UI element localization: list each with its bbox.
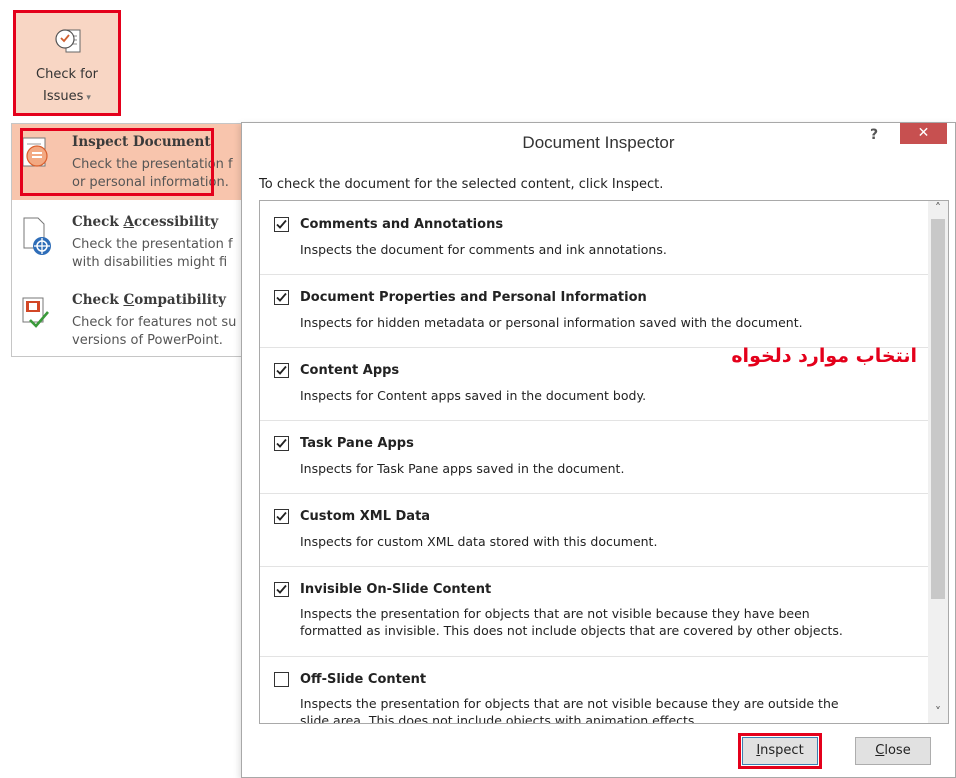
menu-item-check-compatibility[interactable]: Check Compatibility Check for features n… [12, 282, 250, 356]
list-item-task-pane-apps: Task Pane Apps Inspects for Task Pane ap… [260, 421, 928, 494]
option-description: Inspects for Content apps saved in the d… [300, 388, 647, 403]
list-item-invisible-on-slide-content: Invisible On-Slide Content Inspects the … [260, 567, 928, 657]
menu-item-check-accessibility[interactable]: Check Accessibility Check the presentati… [12, 204, 250, 280]
close-button[interactable]: Close [855, 737, 931, 765]
list-item-off-slide-content: Off-Slide Content Inspects the presentat… [260, 657, 928, 724]
option-description: Inspects for custom XML data stored with… [300, 534, 658, 549]
checkbox-invisible-on-slide-content[interactable] [274, 582, 289, 597]
option-description: Inspects the presentation for objects th… [300, 696, 839, 724]
option-description: Inspects the document for comments and i… [300, 242, 667, 257]
option-title: Comments and Annotations [300, 217, 504, 232]
list-content: Comments and Annotations Inspects the do… [260, 201, 928, 723]
close-accel: C [875, 743, 885, 758]
title-part: Check [72, 214, 124, 230]
menu-item-title: Check Accessibility [72, 214, 218, 230]
title-part: ompatibility [134, 292, 226, 308]
list-item-document-properties: Document Properties and Personal Informa… [260, 275, 928, 348]
checkmark-icon [276, 511, 287, 521]
checkmark-icon [276, 219, 287, 229]
checkmark-icon [276, 584, 287, 594]
inspect-document-highlight-box [20, 128, 214, 196]
title-part: Check [72, 292, 124, 308]
close-label: lose [884, 743, 911, 758]
option-title: Custom XML Data [300, 509, 431, 524]
annotation-label: انتخاب موارد دلخواه [731, 345, 917, 367]
help-button[interactable]: ? [864, 127, 884, 147]
scroll-down-icon[interactable]: ˅ [928, 705, 948, 723]
checkmark-icon [276, 438, 287, 448]
menu-item-description: Check the presentation f with disabiliti… [72, 237, 233, 270]
compatibility-icon [22, 297, 49, 328]
document-inspector-dialog: Document Inspector ? ✕ To check the docu… [241, 122, 956, 778]
checkbox-off-slide-content[interactable] [274, 672, 289, 687]
option-title: Content Apps [300, 363, 400, 378]
option-description: Inspects the presentation for objects th… [300, 606, 843, 638]
checkmark-icon [276, 292, 287, 302]
checkbox-comments-and-annotations[interactable] [274, 217, 289, 232]
checkbox-document-properties[interactable] [274, 290, 289, 305]
option-description: Inspects for hidden metadata or personal… [300, 315, 803, 330]
menu-item-description: Check for features not su versions of Po… [72, 315, 237, 348]
scroll-up-icon[interactable]: ˄ [928, 201, 948, 219]
ribbon-highlight-box [13, 10, 121, 116]
list-item-comments-and-annotations: Comments and Annotations Inspects the do… [260, 201, 928, 275]
title-accel: A [123, 214, 134, 230]
inspection-options-list[interactable]: Comments and Annotations Inspects the do… [259, 200, 949, 724]
title-accel: C [123, 292, 135, 308]
title-part: ccessibility [133, 214, 219, 230]
close-window-button[interactable]: ✕ [900, 123, 947, 144]
scrollbar-thumb[interactable] [931, 219, 945, 599]
option-title: Off-Slide Content [300, 672, 427, 687]
option-title: Task Pane Apps [300, 436, 414, 451]
option-description: Inspects for Task Pane apps saved in the… [300, 461, 625, 476]
menu-item-title: Check Compatibility [72, 292, 226, 308]
checkbox-content-apps[interactable] [274, 363, 289, 378]
check-for-issues-button[interactable]: Check for Issues ▾ [13, 10, 121, 116]
dialog-title: Document Inspector [522, 133, 675, 152]
accessibility-icon [23, 217, 51, 255]
dialog-titlebar[interactable]: Document Inspector ? ✕ [242, 123, 955, 167]
checkbox-task-pane-apps[interactable] [274, 436, 289, 451]
list-scrollbar[interactable]: ˄ ˅ [928, 201, 948, 723]
inspect-highlight-box [738, 733, 822, 769]
list-item-custom-xml-data: Custom XML Data Inspects for custom XML … [260, 494, 928, 567]
checkmark-icon [276, 365, 287, 375]
instruction-text: To check the document for the selected c… [259, 177, 664, 192]
option-title: Document Properties and Personal Informa… [300, 290, 647, 305]
option-title: Invisible On-Slide Content [300, 582, 492, 597]
checkbox-custom-xml-data[interactable] [274, 509, 289, 524]
